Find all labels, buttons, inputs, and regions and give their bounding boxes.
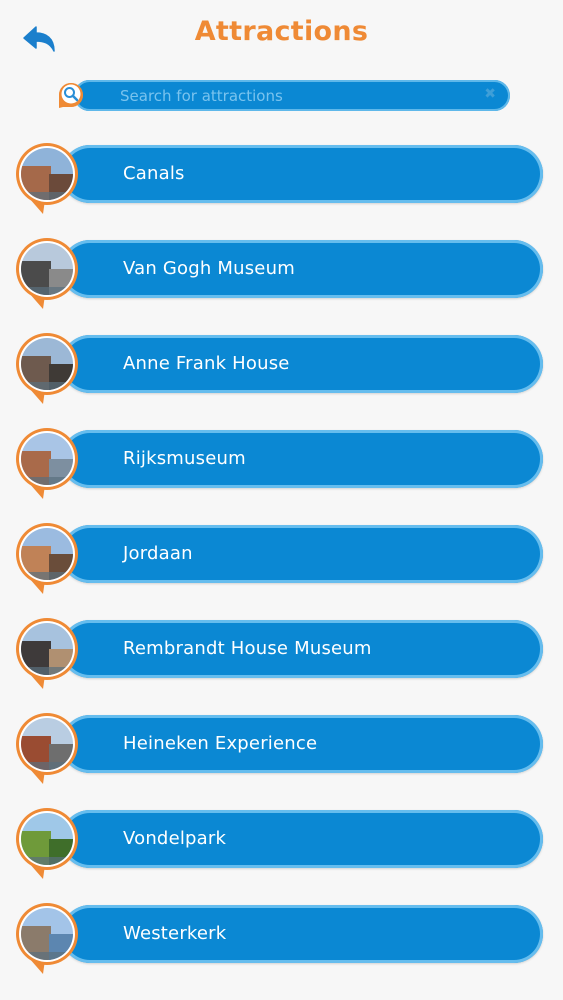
list-item-1[interactable]: Van Gogh Museum (15, 237, 543, 309)
list-item-5[interactable]: Rembrandt House Museum (15, 617, 543, 689)
list-item-8[interactable]: Westerkerk (15, 902, 543, 974)
list-item-label: Rembrandt House Museum (123, 638, 372, 659)
list-item-label: Jordaan (123, 543, 193, 564)
thumbnail-image (16, 333, 78, 404)
list-item-2[interactable]: Anne Frank House (15, 332, 543, 404)
thumbnail-image (16, 143, 78, 214)
search-field[interactable]: ✖ (74, 80, 510, 111)
list-item-label: Heineken Experience (123, 733, 318, 754)
thumbnail-image (16, 238, 78, 309)
thumbnail-image (16, 618, 78, 689)
list-item-label: Rijksmuseum (123, 448, 246, 469)
list-item-6[interactable]: Heineken Experience (15, 712, 543, 784)
list-item-0[interactable]: Canals (15, 142, 543, 214)
list-item-3[interactable]: Rijksmuseum (15, 427, 543, 499)
thumbnail-image (16, 713, 78, 784)
list-item-label: Westerkerk (123, 923, 227, 944)
page-title: Attractions (194, 16, 369, 47)
search-bar[interactable]: ✖ (56, 80, 510, 111)
clear-icon[interactable]: ✖ (484, 86, 496, 102)
thumbnail-image (16, 903, 78, 974)
list-item-label: Canals (123, 163, 185, 184)
thumbnail-image (16, 808, 78, 879)
thumbnail-image (16, 428, 78, 499)
list-item-label: Anne Frank House (123, 353, 290, 374)
list-item-7[interactable]: Vondelpark (15, 807, 543, 879)
header: Attractions (0, 0, 563, 72)
thumbnail-image (16, 523, 78, 594)
search-input[interactable] (120, 84, 480, 107)
search-icon[interactable] (54, 78, 88, 112)
list-item-label: Vondelpark (123, 828, 227, 849)
list-item-label: Van Gogh Museum (123, 258, 295, 279)
list-item-4[interactable]: Jordaan (15, 522, 543, 594)
